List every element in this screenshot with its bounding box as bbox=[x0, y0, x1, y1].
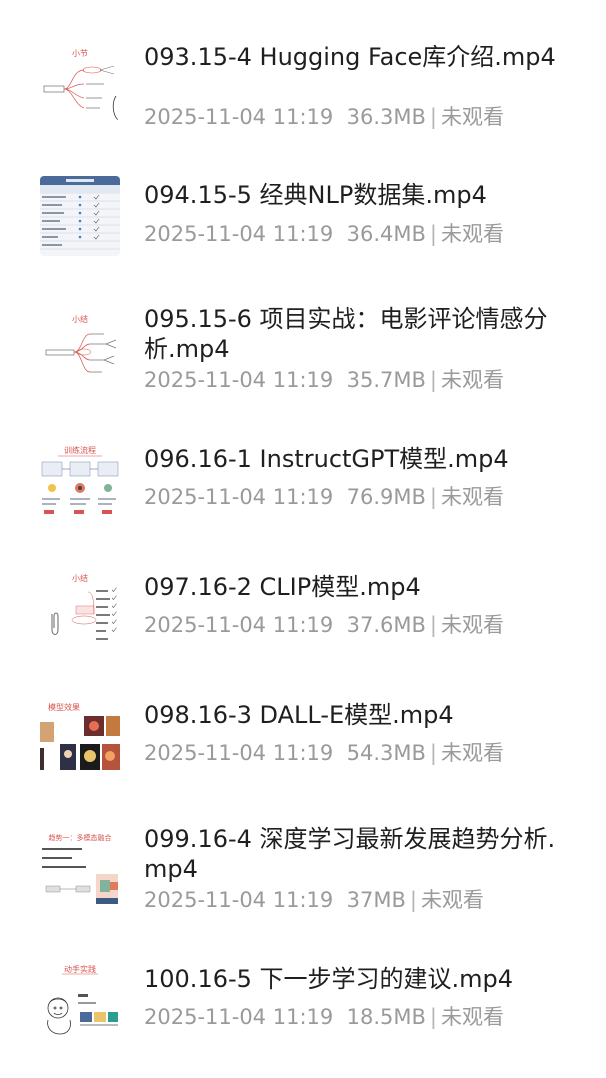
list-item[interactable]: 小结 097.16-2 CLIP模型.mp4 2025-11-04 11:19 … bbox=[0, 570, 606, 690]
separator: | bbox=[429, 222, 437, 246]
video-size: 37.6MB bbox=[346, 613, 426, 637]
video-date: 2025-11-04 11:19 bbox=[144, 741, 334, 765]
video-meta: 2025-11-04 11:19 18.5MB | 未观看 bbox=[144, 1004, 504, 1030]
sketch-thumbnail: 动手实践 bbox=[40, 958, 120, 1038]
watch-status: 未观看 bbox=[440, 105, 504, 129]
video-date: 2025-11-04 11:19 bbox=[144, 485, 334, 509]
video-meta: 2025-11-04 11:19 54.3MB | 未观看 bbox=[144, 740, 504, 766]
video-title: 094.15-5 经典NLP数据集.mp4 bbox=[144, 181, 487, 209]
separator: | bbox=[429, 105, 437, 129]
video-date: 2025-11-04 11:19 bbox=[144, 222, 334, 246]
video-title: 098.16-3 DALL-E模型.mp4 bbox=[144, 701, 454, 729]
video-title: 097.16-2 CLIP模型.mp4 bbox=[144, 573, 421, 601]
thumbnail-caption: 模型效果 bbox=[48, 702, 80, 712]
mindmap-thumbnail: 小结 bbox=[40, 310, 120, 390]
thumbnail-caption: 小节 bbox=[72, 49, 88, 58]
video-meta: 2025-11-04 11:19 76.9MB | 未观看 bbox=[144, 484, 504, 510]
video-size: 76.9MB bbox=[346, 485, 426, 509]
list-item[interactable]: 小节 093.15-4 Hugging Face库介绍.mp4 2025-11-… bbox=[0, 40, 606, 160]
list-item[interactable]: 模型效果 098.16-3 DALL-E模型.mp4 2025-11-04 11… bbox=[0, 698, 606, 818]
video-title: 099.16-4 深度学习最新发展趋势分析.mp4 bbox=[144, 825, 556, 883]
mindmap-thumbnail: 小节 bbox=[40, 40, 120, 120]
list-item[interactable]: 动手实践 100.16-5 下一步学习的建议.mp4 2025-11-04 11… bbox=[0, 958, 606, 1078]
image-grid-thumbnail: 模型效果 bbox=[40, 698, 120, 778]
video-meta: 2025-11-04 11:19 36.3MB | 未观看 bbox=[144, 104, 504, 130]
diagram-thumbnail: 训练流程 bbox=[40, 440, 120, 520]
thumbnail-caption: 趋势一：多模态融合 bbox=[49, 833, 112, 842]
video-title: 100.16-5 下一步学习的建议.mp4 bbox=[144, 965, 514, 993]
video-date: 2025-11-04 11:19 bbox=[144, 368, 334, 392]
video-title: 096.16-1 InstructGPT模型.mp4 bbox=[144, 445, 509, 473]
video-size: 18.5MB bbox=[346, 1005, 426, 1029]
separator: | bbox=[429, 485, 437, 509]
thumbnail-caption: 小结 bbox=[72, 573, 88, 583]
list-item[interactable]: 训练流程 096.16-1 InstructGPT模型.mp4 2025-11-… bbox=[0, 440, 606, 560]
video-meta: 2025-11-04 11:19 36.4MB | 未观看 bbox=[144, 221, 504, 247]
list-item[interactable]: 小结 095.15-6 项目实战：电影评论情感分析.mp4 2025-11-04… bbox=[0, 305, 606, 430]
checklist-thumbnail: 小结 bbox=[40, 570, 120, 650]
separator: | bbox=[429, 613, 437, 637]
video-date: 2025-11-04 11:19 bbox=[144, 105, 334, 129]
video-meta: 2025-11-04 11:19 35.7MB | 未观看 bbox=[144, 367, 504, 393]
slide-thumbnail: 趋势一：多模态融合 bbox=[40, 828, 120, 908]
thumbnail-caption: 动手实践 bbox=[64, 964, 96, 974]
thumbnail-caption: 训练流程 bbox=[64, 445, 96, 455]
table-thumbnail bbox=[40, 176, 120, 256]
video-file-list: 小节 093.15-4 Hugging Face库介绍.mp4 2025-11-… bbox=[0, 0, 606, 1040]
video-title: 095.15-6 项目实战：电影评论情感分析.mp4 bbox=[144, 305, 548, 363]
video-date: 2025-11-04 11:19 bbox=[144, 613, 334, 637]
video-date: 2025-11-04 11:19 bbox=[144, 888, 334, 912]
separator: | bbox=[429, 368, 437, 392]
watch-status: 未观看 bbox=[420, 888, 484, 912]
video-size: 54.3MB bbox=[346, 741, 426, 765]
separator: | bbox=[409, 888, 417, 912]
list-item[interactable]: 趋势一：多模态融合 099.16-4 深度学习最新发展趋势分析.mp4 2025… bbox=[0, 825, 606, 948]
video-size: 36.4MB bbox=[346, 222, 426, 246]
separator: | bbox=[429, 741, 437, 765]
video-size: 37MB bbox=[346, 888, 406, 912]
separator: | bbox=[429, 1005, 437, 1029]
video-meta: 2025-11-04 11:19 37.6MB | 未观看 bbox=[144, 612, 504, 638]
video-size: 36.3MB bbox=[346, 105, 426, 129]
video-size: 35.7MB bbox=[346, 368, 426, 392]
watch-status: 未观看 bbox=[440, 1005, 504, 1029]
video-meta: 2025-11-04 11:19 37MB | 未观看 bbox=[144, 887, 484, 913]
watch-status: 未观看 bbox=[440, 222, 504, 246]
watch-status: 未观看 bbox=[440, 368, 504, 392]
video-date: 2025-11-04 11:19 bbox=[144, 1005, 334, 1029]
watch-status: 未观看 bbox=[440, 613, 504, 637]
video-title: 093.15-4 Hugging Face库介绍.mp4 bbox=[144, 43, 556, 71]
thumbnail-caption: 小结 bbox=[72, 314, 88, 324]
watch-status: 未观看 bbox=[440, 485, 504, 509]
list-item[interactable]: 094.15-5 经典NLP数据集.mp4 2025-11-04 11:19 3… bbox=[0, 176, 606, 296]
watch-status: 未观看 bbox=[440, 741, 504, 765]
